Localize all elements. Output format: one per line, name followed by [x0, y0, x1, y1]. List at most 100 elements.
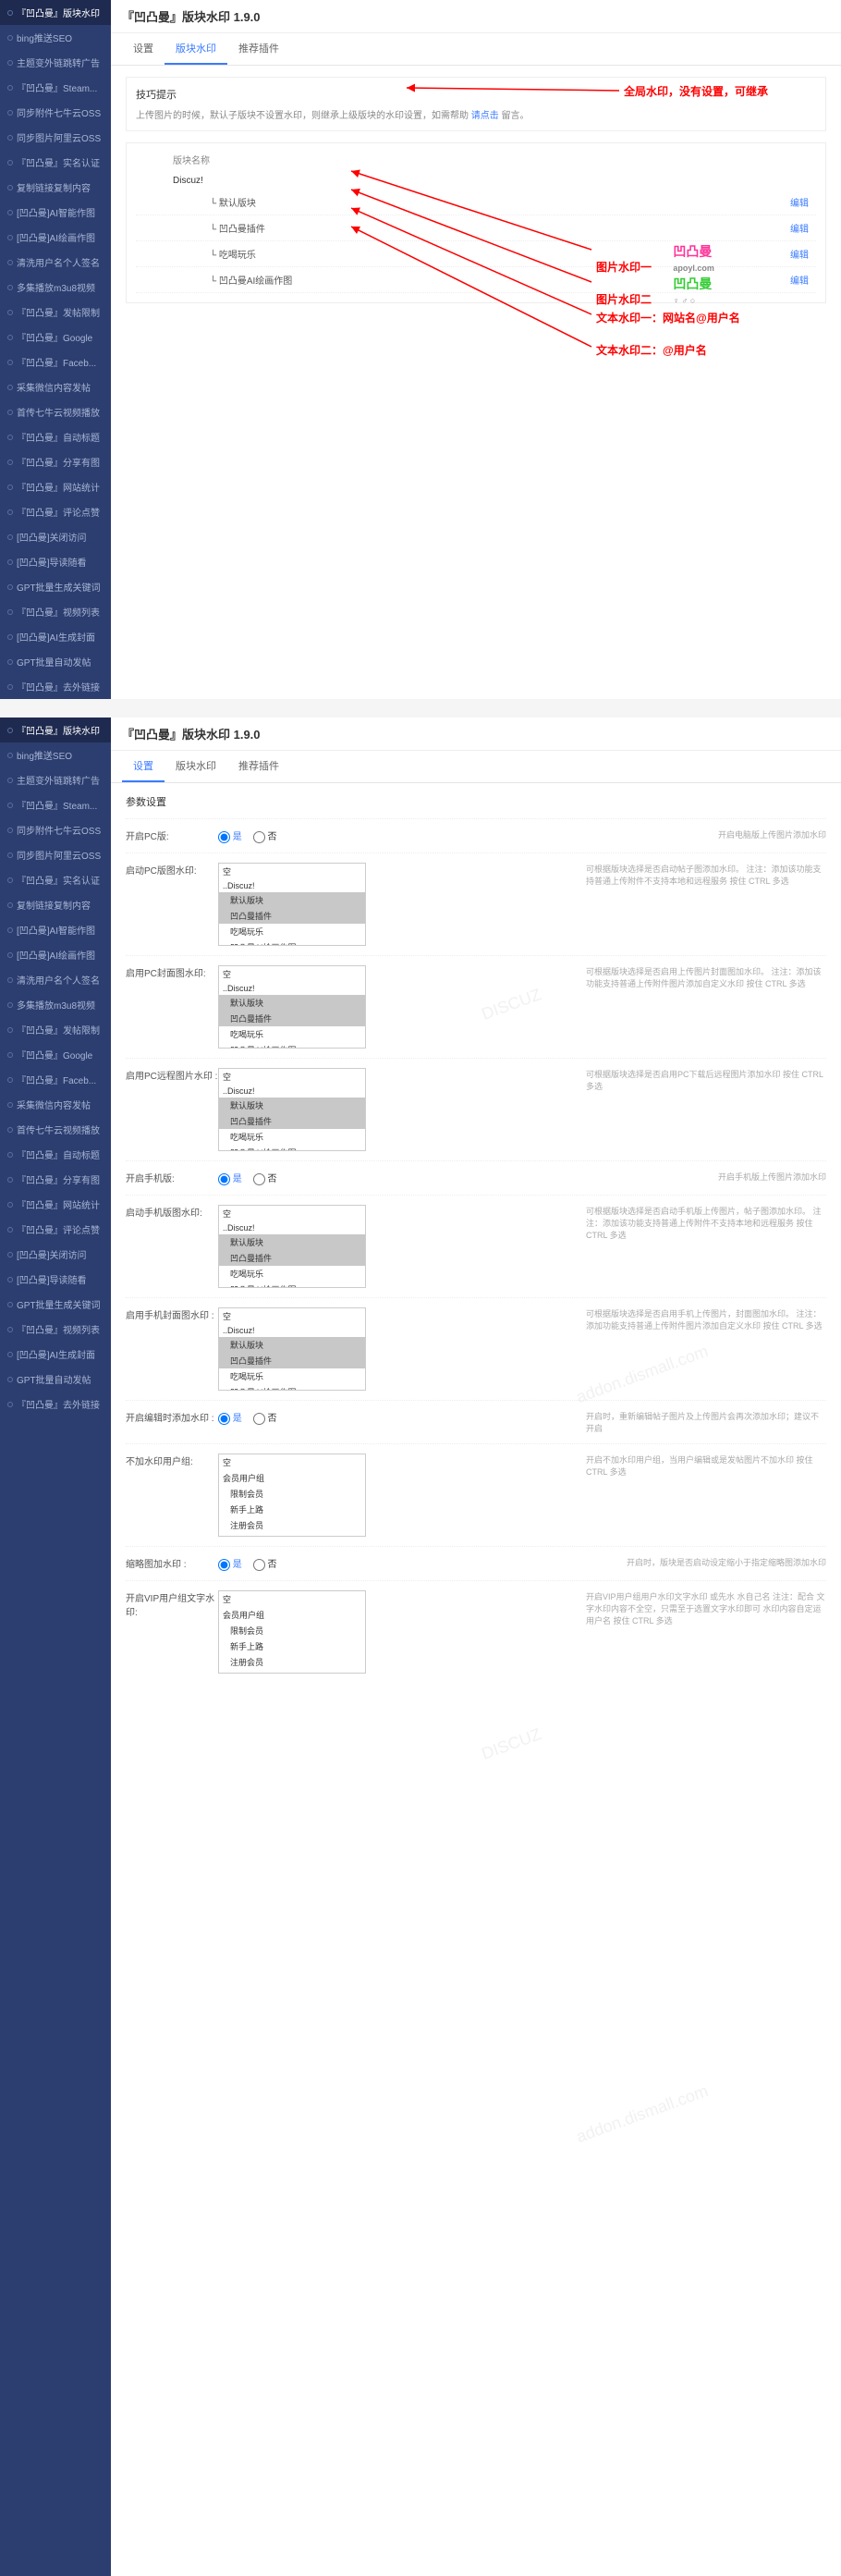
select-option[interactable]: 凹凸曼插件: [219, 1113, 365, 1129]
select-option[interactable]: 吃喝玩乐: [219, 1026, 365, 1042]
sidebar-item[interactable]: 『凹凸曼』网站统计: [0, 1192, 111, 1217]
select-option[interactable]: 空: [219, 1206, 365, 1221]
select-option[interactable]: 吃喝玩乐: [219, 1129, 365, 1145]
select-option[interactable]: 空: [219, 1591, 365, 1607]
sidebar-item[interactable]: 『凹凸曼』Faceb...: [0, 1067, 111, 1092]
select-option[interactable]: 默认版块: [219, 1098, 365, 1113]
select-option[interactable]: 凹凸曼插件: [219, 1011, 365, 1026]
select-option[interactable]: 凹凸曼AI绘画作图: [219, 1042, 365, 1049]
select-option[interactable]: 吃喝玩乐: [219, 1368, 365, 1384]
radio-option[interactable]: 否: [253, 1560, 277, 1570]
radio-option[interactable]: 否: [253, 832, 277, 842]
multiselect[interactable]: 空会员用户组限制会员新手上路注册会员中级会员高级会员金牌会员论坛元老禁止发言组员: [218, 1590, 366, 1674]
select-option[interactable]: 会员用户组: [219, 1470, 365, 1486]
radio-input[interactable]: [218, 1413, 230, 1425]
sidebar-item[interactable]: 同步附件七牛云OSS: [0, 817, 111, 842]
radio-option[interactable]: 是: [218, 1560, 242, 1570]
multiselect[interactable]: 空..Discuz!默认版块凹凸曼插件吃喝玩乐凹凸曼AI绘画作图: [218, 1307, 366, 1391]
sidebar-item[interactable]: bing推送SEO: [0, 25, 111, 50]
select-option[interactable]: 空: [219, 864, 365, 879]
select-option[interactable]: 新手上路: [219, 1502, 365, 1517]
sidebar-item[interactable]: 『凹凸曼』评论点赞: [0, 499, 111, 524]
sidebar-item[interactable]: [凹凸曼]导读随看: [0, 1267, 111, 1292]
sidebar-item[interactable]: 『凹凸曼』自动标题: [0, 1142, 111, 1167]
select-option[interactable]: 凹凸曼AI绘画作图: [219, 1145, 365, 1151]
sidebar-item[interactable]: [凹凸曼]AI生成封面: [0, 624, 111, 649]
sidebar-item[interactable]: GPT批量生成关键词: [0, 574, 111, 599]
multiselect[interactable]: 空..Discuz!默认版块凹凸曼插件吃喝玩乐凹凸曼AI绘画作图: [218, 1068, 366, 1151]
sidebar-item[interactable]: 『凹凸曼』网站统计: [0, 474, 111, 499]
radio-input[interactable]: [253, 1173, 265, 1185]
select-option[interactable]: 会员用户组: [219, 1607, 365, 1623]
select-option[interactable]: 吃喝玩乐: [219, 924, 365, 939]
multiselect[interactable]: 空..Discuz!默认版块凹凸曼插件吃喝玩乐凹凸曼AI绘画作图: [218, 965, 366, 1049]
tab[interactable]: 设置: [122, 751, 165, 782]
multiselect[interactable]: 空..Discuz!默认版块凹凸曼插件吃喝玩乐凹凸曼AI绘画作图: [218, 863, 366, 946]
select-option[interactable]: ..Discuz!: [219, 982, 365, 995]
select-option[interactable]: 空: [219, 1069, 365, 1085]
radio-input[interactable]: [218, 1559, 230, 1571]
sidebar-item[interactable]: GPT批量自动发帖: [0, 649, 111, 674]
edit-link[interactable]: 编辑: [790, 273, 816, 287]
sidebar-item[interactable]: 复制链接复制内容: [0, 175, 111, 200]
sidebar-item[interactable]: 清洗用户名个人签名: [0, 250, 111, 275]
sidebar-item[interactable]: 首传七牛云视频播放: [0, 1117, 111, 1142]
sidebar-item[interactable]: [凹凸曼]AI绘画作图: [0, 942, 111, 967]
sidebar-item[interactable]: 『凹凸曼』发帖限制: [0, 300, 111, 325]
sidebar-item[interactable]: [凹凸曼]导读随看: [0, 549, 111, 574]
radio-input[interactable]: [218, 1173, 230, 1185]
radio-option[interactable]: 是: [218, 1174, 242, 1184]
sidebar-item[interactable]: 同步图片阿里云OSS: [0, 842, 111, 867]
sidebar-item[interactable]: [凹凸曼]关闭访问: [0, 524, 111, 549]
sidebar-item[interactable]: 『凹凸曼』去外链接: [0, 1392, 111, 1417]
sidebar-item[interactable]: 『凹凸曼』Faceb...: [0, 350, 111, 374]
select-option[interactable]: 注册会员: [219, 1517, 365, 1533]
select-option[interactable]: 中级会员: [219, 1670, 365, 1674]
select-option[interactable]: 默认版块: [219, 1337, 365, 1353]
select-option[interactable]: 默认版块: [219, 892, 365, 908]
sidebar-item[interactable]: 『凹凸曼』Google: [0, 1042, 111, 1067]
sidebar-item[interactable]: 『凹凸曼』Steam...: [0, 75, 111, 100]
sidebar-item[interactable]: 『凹凸曼』分享有图: [0, 1167, 111, 1192]
radio-input[interactable]: [253, 1413, 265, 1425]
sidebar-item[interactable]: 『凹凸曼』视频列表: [0, 1317, 111, 1342]
tab[interactable]: 设置: [122, 33, 165, 65]
select-option[interactable]: ..Discuz!: [219, 1085, 365, 1098]
sidebar-item[interactable]: 主题变外链跳转广告: [0, 50, 111, 75]
select-option[interactable]: 限制会员: [219, 1623, 365, 1638]
select-option[interactable]: 凹凸曼插件: [219, 908, 365, 924]
tab[interactable]: 推荐插件: [227, 33, 290, 65]
sidebar-item[interactable]: 采集微信内容发帖: [0, 1092, 111, 1117]
sidebar-item[interactable]: 『凹凸曼』Steam...: [0, 792, 111, 817]
sidebar-item[interactable]: 『凹凸曼』自动标题: [0, 424, 111, 449]
radio-option[interactable]: 否: [253, 1174, 277, 1184]
sidebar-item[interactable]: 复制链接复制内容: [0, 892, 111, 917]
radio-input[interactable]: [253, 1559, 265, 1571]
sidebar-item[interactable]: bing推送SEO: [0, 742, 111, 767]
sidebar-item[interactable]: [凹凸曼]关闭访问: [0, 1242, 111, 1267]
sidebar-item[interactable]: 采集微信内容发帖: [0, 374, 111, 399]
sidebar-item[interactable]: 同步附件七牛云OSS: [0, 100, 111, 125]
tab[interactable]: 版块水印: [165, 751, 227, 782]
select-option[interactable]: 注册会员: [219, 1654, 365, 1670]
sidebar-item[interactable]: 主题变外链跳转广告: [0, 767, 111, 792]
select-option[interactable]: 默认版块: [219, 1234, 365, 1250]
sidebar-item[interactable]: 同步图片阿里云OSS: [0, 125, 111, 150]
sidebar-item[interactable]: [凹凸曼]AI生成封面: [0, 1342, 111, 1367]
sidebar-item[interactable]: 『凹凸曼』评论点赞: [0, 1217, 111, 1242]
radio-input[interactable]: [253, 831, 265, 843]
sidebar-item[interactable]: 『凹凸曼』分享有图: [0, 449, 111, 474]
sidebar-item[interactable]: [凹凸曼]AI智能作图: [0, 200, 111, 225]
sidebar-item[interactable]: 清洗用户名个人签名: [0, 967, 111, 992]
select-option[interactable]: 空: [219, 1454, 365, 1470]
multiselect[interactable]: 空..Discuz!默认版块凹凸曼插件吃喝玩乐凹凸曼AI绘画作图: [218, 1205, 366, 1288]
sidebar-item[interactable]: 『凹凸曼』版块水印: [0, 718, 111, 742]
sidebar-item[interactable]: 『凹凸曼』去外链接: [0, 674, 111, 699]
tab[interactable]: 推荐插件: [227, 751, 290, 782]
edit-link[interactable]: 编辑: [790, 195, 816, 209]
radio-option[interactable]: 否: [253, 1414, 277, 1424]
select-option[interactable]: 限制会员: [219, 1486, 365, 1502]
select-option[interactable]: ..Discuz!: [219, 1221, 365, 1234]
select-option[interactable]: 中级会员: [219, 1533, 365, 1537]
select-option[interactable]: 凹凸曼AI绘画作图: [219, 1384, 365, 1391]
